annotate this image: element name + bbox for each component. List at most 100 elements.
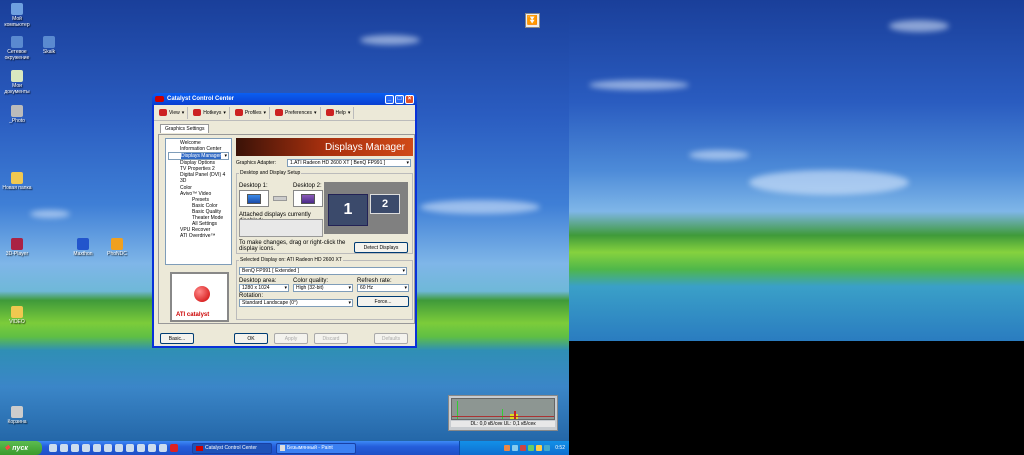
adapter-label: Graphics Adapter:	[236, 160, 277, 166]
settings-tree: Welcome Information Center Displays Manage…	[165, 138, 232, 265]
desktop-icon-label: Мой компьютер	[4, 16, 30, 28]
desktop-icon-label: _Photo	[9, 118, 25, 124]
network-speed-label: DL: 0,0 кБ/сек UL: 0,1 кБ/сек	[451, 421, 555, 427]
profiles-icon	[234, 109, 243, 116]
toolbar-label: Hotkeys	[203, 109, 222, 116]
rotation-select[interactable]: Standard Landscape (0°)	[239, 299, 353, 307]
tree-item-label: 3D	[180, 178, 187, 185]
quick-launch-icon[interactable]	[104, 444, 112, 452]
monitor-2[interactable]: 2	[370, 194, 400, 214]
desktop-area-select[interactable]: 1280 x 1024	[239, 284, 289, 292]
desktop-icon-image	[11, 36, 23, 48]
desktop1-monitor-icon[interactable]	[239, 190, 269, 207]
force-button[interactable]: Force...	[357, 296, 409, 307]
quick-launch-icon[interactable]	[60, 444, 68, 452]
minimize-button[interactable]: _	[385, 94, 394, 104]
desktop-icon[interactable]: VIDEO	[0, 306, 34, 325]
desktop-icon[interactable]: _Photo	[0, 105, 34, 124]
chevron-down-icon[interactable]: ▾	[314, 110, 317, 116]
chevron-down-icon[interactable]: ▾	[182, 110, 185, 116]
monitor-1[interactable]: 1	[328, 194, 368, 226]
refresh-rate-select[interactable]: 60 Hz	[357, 284, 409, 292]
quick-launch-icon[interactable]	[170, 444, 178, 452]
desktop-icon[interactable]: Мой компьютер	[0, 3, 34, 28]
tray-icon[interactable]	[536, 445, 543, 451]
tree-item-label: VPU Recover	[180, 227, 211, 234]
graphics-adapter-select[interactable]: 1.ATI Radeon HD 2600 XT [ BenQ FP991 ]	[287, 159, 411, 167]
quick-launch-icon[interactable]	[93, 444, 101, 452]
ok-button[interactable]: OK	[234, 333, 268, 344]
tree-item-label: TV Properties 2	[180, 166, 215, 173]
clock[interactable]: 0:52	[555, 445, 565, 451]
desktop-icon[interactable]: Корзина	[0, 406, 34, 425]
toolbar-preferences[interactable]: Preferences ▾	[272, 106, 321, 119]
tree-item[interactable]: Displays Manager	[168, 152, 229, 161]
task-catalyst[interactable]: Catalyst Control Center	[192, 442, 272, 454]
desktop2-monitor-icon[interactable]	[293, 190, 323, 207]
quick-launch-icon[interactable]	[159, 444, 167, 452]
desktop-icon-label: Skalk	[42, 49, 56, 55]
disabled-displays-box[interactable]	[239, 219, 323, 237]
desktop-icon[interactable]: PhoNDC	[100, 238, 134, 257]
desktop-icon[interactable]: Мои документы	[0, 70, 34, 95]
tab-graphics-settings[interactable]: Graphics Settings	[160, 124, 210, 133]
quick-launch-icon[interactable]	[148, 444, 156, 452]
desktop-icon[interactable]: Новая папка	[0, 172, 34, 191]
selected-display-legend: Selected Display on: ATI Radeon HD 2600 …	[240, 257, 342, 263]
quick-launch-icon[interactable]	[49, 444, 57, 452]
basic-button[interactable]: Basic...	[160, 333, 194, 344]
tray-icon[interactable]	[504, 445, 511, 451]
desktop-icon-image	[11, 406, 23, 418]
chevron-down-icon[interactable]: ▾	[264, 110, 267, 116]
view-icon	[159, 109, 167, 116]
detect-displays-button[interactable]: Detect Displays	[354, 242, 408, 253]
tree-item[interactable]: ATI Overdrive™	[168, 233, 229, 239]
task-paint[interactable]: Безымянный - Paint	[276, 442, 356, 454]
quick-launch-icon[interactable]	[137, 444, 145, 452]
tree-item-label: Theater Mode	[192, 215, 224, 222]
discard-button[interactable]: Discard	[314, 333, 348, 344]
title-bar[interactable]: Catalyst Control Center _ □ ×	[152, 93, 417, 105]
download-arrow-icon[interactable]: ⏬	[525, 13, 540, 28]
start-button[interactable]: ❖ пуск	[0, 441, 42, 455]
tray-icon[interactable]	[520, 445, 527, 451]
desktop-icon[interactable]: 3D-Player	[0, 238, 34, 257]
chevron-down-icon[interactable]: ▾	[348, 110, 351, 116]
quick-launch-icon[interactable]	[126, 444, 134, 452]
desktop-icon[interactable]: Сетевое окружение	[0, 36, 34, 61]
windows-logo-icon: ❖	[4, 445, 11, 452]
tray-icon[interactable]	[512, 445, 519, 451]
tree-item-label: All Settings	[192, 221, 218, 228]
quick-launch-icon[interactable]	[82, 444, 90, 452]
color-quality-select[interactable]: High (32-bit)	[293, 284, 353, 292]
ati-icon	[155, 96, 164, 102]
maximize-button[interactable]: □	[395, 94, 404, 104]
apply-button[interactable]: Apply	[274, 333, 308, 344]
toolbar-hotkeys[interactable]: Hotkeys ▾	[190, 106, 230, 119]
tray-icon[interactable]	[528, 445, 535, 451]
desktop-icon[interactable]: Maxthon	[66, 238, 100, 257]
desktop-icon-image	[111, 238, 123, 250]
quick-launch	[46, 444, 178, 452]
quick-launch-icon[interactable]	[71, 444, 79, 452]
hotkeys-icon	[193, 109, 202, 116]
toolbar-help[interactable]: Help ▾	[323, 106, 355, 119]
network-graph	[451, 398, 555, 420]
desktop-icon-label: 3D-Player	[5, 251, 29, 257]
toolbar-label: Profiles	[244, 109, 262, 116]
toolbar-view[interactable]: View ▾	[156, 106, 189, 119]
network-monitor-widget[interactable]: DL: 0,0 кБ/сек UL: 0,1 кБ/сек	[448, 395, 558, 431]
toolbar-profiles[interactable]: Profiles ▾	[232, 106, 271, 119]
desktop-icon[interactable]: Skalk	[32, 36, 66, 55]
banner-title: Displays Manager	[324, 141, 405, 153]
task-label: Безымянный - Paint	[287, 445, 333, 451]
desktop1-label: Desktop 1:	[239, 183, 268, 189]
toolbar-label: Preferences	[285, 109, 313, 116]
quick-launch-icon[interactable]	[115, 444, 123, 452]
page-banner: Displays Manager	[236, 138, 413, 156]
chevron-down-icon[interactable]: ▾	[223, 110, 226, 116]
tray-icon[interactable]	[544, 445, 551, 451]
defaults-button[interactable]: Defaults	[374, 333, 408, 344]
window-title: Catalyst Control Center	[167, 96, 235, 102]
close-button[interactable]: ×	[405, 94, 414, 104]
